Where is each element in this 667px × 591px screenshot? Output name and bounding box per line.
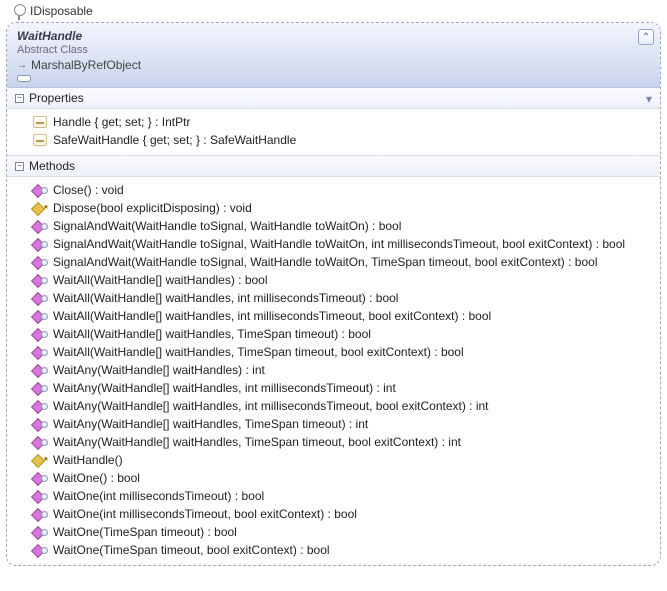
method-signature: WaitAll(WaitHandle[] waitHandles, TimeSp…: [53, 345, 464, 359]
method-icon: [33, 526, 47, 538]
method-signature: SignalAndWait(WaitHandle toSignal, WaitH…: [53, 237, 625, 251]
method-signature: WaitAny(WaitHandle[] waitHandles, TimeSp…: [53, 417, 368, 431]
method-signature: Dispose(bool explicitDisposing) : void: [53, 201, 252, 215]
method-icon: [33, 544, 47, 556]
properties-section: − Properties ▾ Handle { get; set; } : In…: [7, 88, 660, 156]
method-signature: WaitAll(WaitHandle[] waitHandles) : bool: [53, 273, 268, 287]
method-icon: [33, 310, 47, 322]
method-signature: WaitHandle(): [53, 453, 123, 467]
method-item[interactable]: WaitAll(WaitHandle[] waitHandles, TimeSp…: [11, 325, 656, 343]
method-item[interactable]: WaitAny(WaitHandle[] waitHandles, TimeSp…: [11, 415, 656, 433]
method-signature: WaitOne(int millisecondsTimeout, bool ex…: [53, 507, 357, 521]
property-signature: SafeWaitHandle { get; set; } : SafeWaitH…: [53, 133, 296, 147]
property-item[interactable]: SafeWaitHandle { get; set; } : SafeWaitH…: [11, 131, 656, 149]
method-signature: WaitAny(WaitHandle[] waitHandles, int mi…: [53, 381, 396, 395]
method-item[interactable]: WaitAny(WaitHandle[] waitHandles) : int: [11, 361, 656, 379]
method-item[interactable]: WaitOne(int millisecondsTimeout) : bool: [11, 487, 656, 505]
inherits-arrow-icon: →: [17, 60, 27, 71]
method-item[interactable]: WaitAny(WaitHandle[] waitHandles, int mi…: [11, 379, 656, 397]
property-signature: Handle { get; set; } : IntPtr: [53, 115, 190, 129]
method-icon: [33, 436, 47, 448]
method-signature: WaitOne(TimeSpan timeout) : bool: [53, 525, 237, 539]
method-signature: WaitAny(WaitHandle[] waitHandles, TimeSp…: [53, 435, 461, 449]
filter-icon[interactable]: ▾: [646, 92, 652, 106]
method-item[interactable]: WaitAny(WaitHandle[] waitHandles, TimeSp…: [11, 433, 656, 451]
method-item[interactable]: WaitOne(TimeSpan timeout, bool exitConte…: [11, 541, 656, 559]
method-signature: Close() : void: [53, 183, 124, 197]
method-signature: WaitAll(WaitHandle[] waitHandles, int mi…: [53, 309, 491, 323]
section-title: Methods: [29, 159, 75, 173]
properties-header[interactable]: − Properties ▾: [7, 88, 660, 109]
method-item[interactable]: WaitOne() : bool: [11, 469, 656, 487]
inherits-row: → MarshalByRefObject: [17, 58, 650, 72]
method-item[interactable]: WaitHandle(): [11, 451, 656, 469]
method-item[interactable]: SignalAndWait(WaitHandle toSignal, WaitH…: [11, 217, 656, 235]
pill-icon: [17, 75, 31, 82]
method-icon: [33, 328, 47, 340]
method-signature: WaitOne(int millisecondsTimeout) : bool: [53, 489, 264, 503]
method-item[interactable]: SignalAndWait(WaitHandle toSignal, WaitH…: [11, 253, 656, 271]
property-icon: [33, 116, 47, 128]
chevron-up-icon: ⌃: [642, 32, 650, 43]
method-item[interactable]: WaitAll(WaitHandle[] waitHandles, TimeSp…: [11, 343, 656, 361]
property-item[interactable]: Handle { get; set; } : IntPtr: [11, 113, 656, 131]
properties-list: Handle { get; set; } : IntPtr SafeWaitHan…: [7, 109, 660, 155]
method-icon: [33, 274, 47, 286]
lollipop-icon: [12, 4, 26, 18]
method-item[interactable]: WaitOne(TimeSpan timeout) : bool: [11, 523, 656, 541]
method-signature: WaitOne(TimeSpan timeout, bool exitConte…: [53, 543, 330, 557]
method-item[interactable]: WaitOne(int millisecondsTimeout, bool ex…: [11, 505, 656, 523]
method-icon: [33, 220, 47, 232]
method-item[interactable]: WaitAny(WaitHandle[] waitHandles, int mi…: [11, 397, 656, 415]
method-signature: WaitOne() : bool: [53, 471, 140, 485]
class-name: WaitHandle: [17, 29, 650, 43]
class-header: WaitHandle Abstract Class → MarshalByRef…: [7, 23, 660, 88]
method-item[interactable]: Close() : void: [11, 181, 656, 199]
section-title: Properties: [29, 91, 84, 105]
method-icon: [33, 364, 47, 376]
method-icon: [33, 382, 47, 394]
inherits-name: MarshalByRefObject: [31, 58, 141, 72]
method-icon: [33, 184, 47, 196]
methods-list: Close() : void Dispose(bool explicitDispo…: [7, 177, 660, 565]
interface-lollipop[interactable]: IDisposable: [12, 4, 663, 18]
method-signature: WaitAll(WaitHandle[] waitHandles, int mi…: [53, 291, 398, 305]
method-protected-icon: [33, 454, 47, 466]
method-icon: [33, 292, 47, 304]
method-item[interactable]: WaitAll(WaitHandle[] waitHandles, int mi…: [11, 289, 656, 307]
method-item[interactable]: WaitAll(WaitHandle[] waitHandles, int mi…: [11, 307, 656, 325]
collapse-toggle-icon[interactable]: −: [15, 94, 24, 103]
collapse-toggle-icon[interactable]: −: [15, 162, 24, 171]
method-icon: [33, 400, 47, 412]
method-signature: SignalAndWait(WaitHandle toSignal, WaitH…: [53, 219, 401, 233]
method-signature: WaitAny(WaitHandle[] waitHandles, int mi…: [53, 399, 489, 413]
method-signature: WaitAny(WaitHandle[] waitHandles) : int: [53, 363, 265, 377]
methods-header[interactable]: − Methods: [7, 156, 660, 177]
method-icon: [33, 508, 47, 520]
property-icon: [33, 134, 47, 146]
method-signature: SignalAndWait(WaitHandle toSignal, WaitH…: [53, 255, 597, 269]
method-icon: [33, 472, 47, 484]
method-icon: [33, 418, 47, 430]
method-signature: WaitAll(WaitHandle[] waitHandles, TimeSp…: [53, 327, 371, 341]
method-icon: [33, 238, 47, 250]
method-icon: [33, 490, 47, 502]
class-card[interactable]: WaitHandle Abstract Class → MarshalByRef…: [6, 22, 661, 566]
method-item[interactable]: Dispose(bool explicitDisposing) : void: [11, 199, 656, 217]
interface-name: IDisposable: [30, 4, 93, 18]
method-item[interactable]: WaitAll(WaitHandle[] waitHandles) : bool: [11, 271, 656, 289]
method-item[interactable]: SignalAndWait(WaitHandle toSignal, WaitH…: [11, 235, 656, 253]
method-protected-icon: [33, 202, 47, 214]
method-icon: [33, 346, 47, 358]
class-kind: Abstract Class: [17, 44, 650, 56]
methods-section: − Methods Close() : void Dispose(bool exp…: [7, 156, 660, 565]
collapse-button[interactable]: ⌃: [638, 29, 654, 45]
method-icon: [33, 256, 47, 268]
